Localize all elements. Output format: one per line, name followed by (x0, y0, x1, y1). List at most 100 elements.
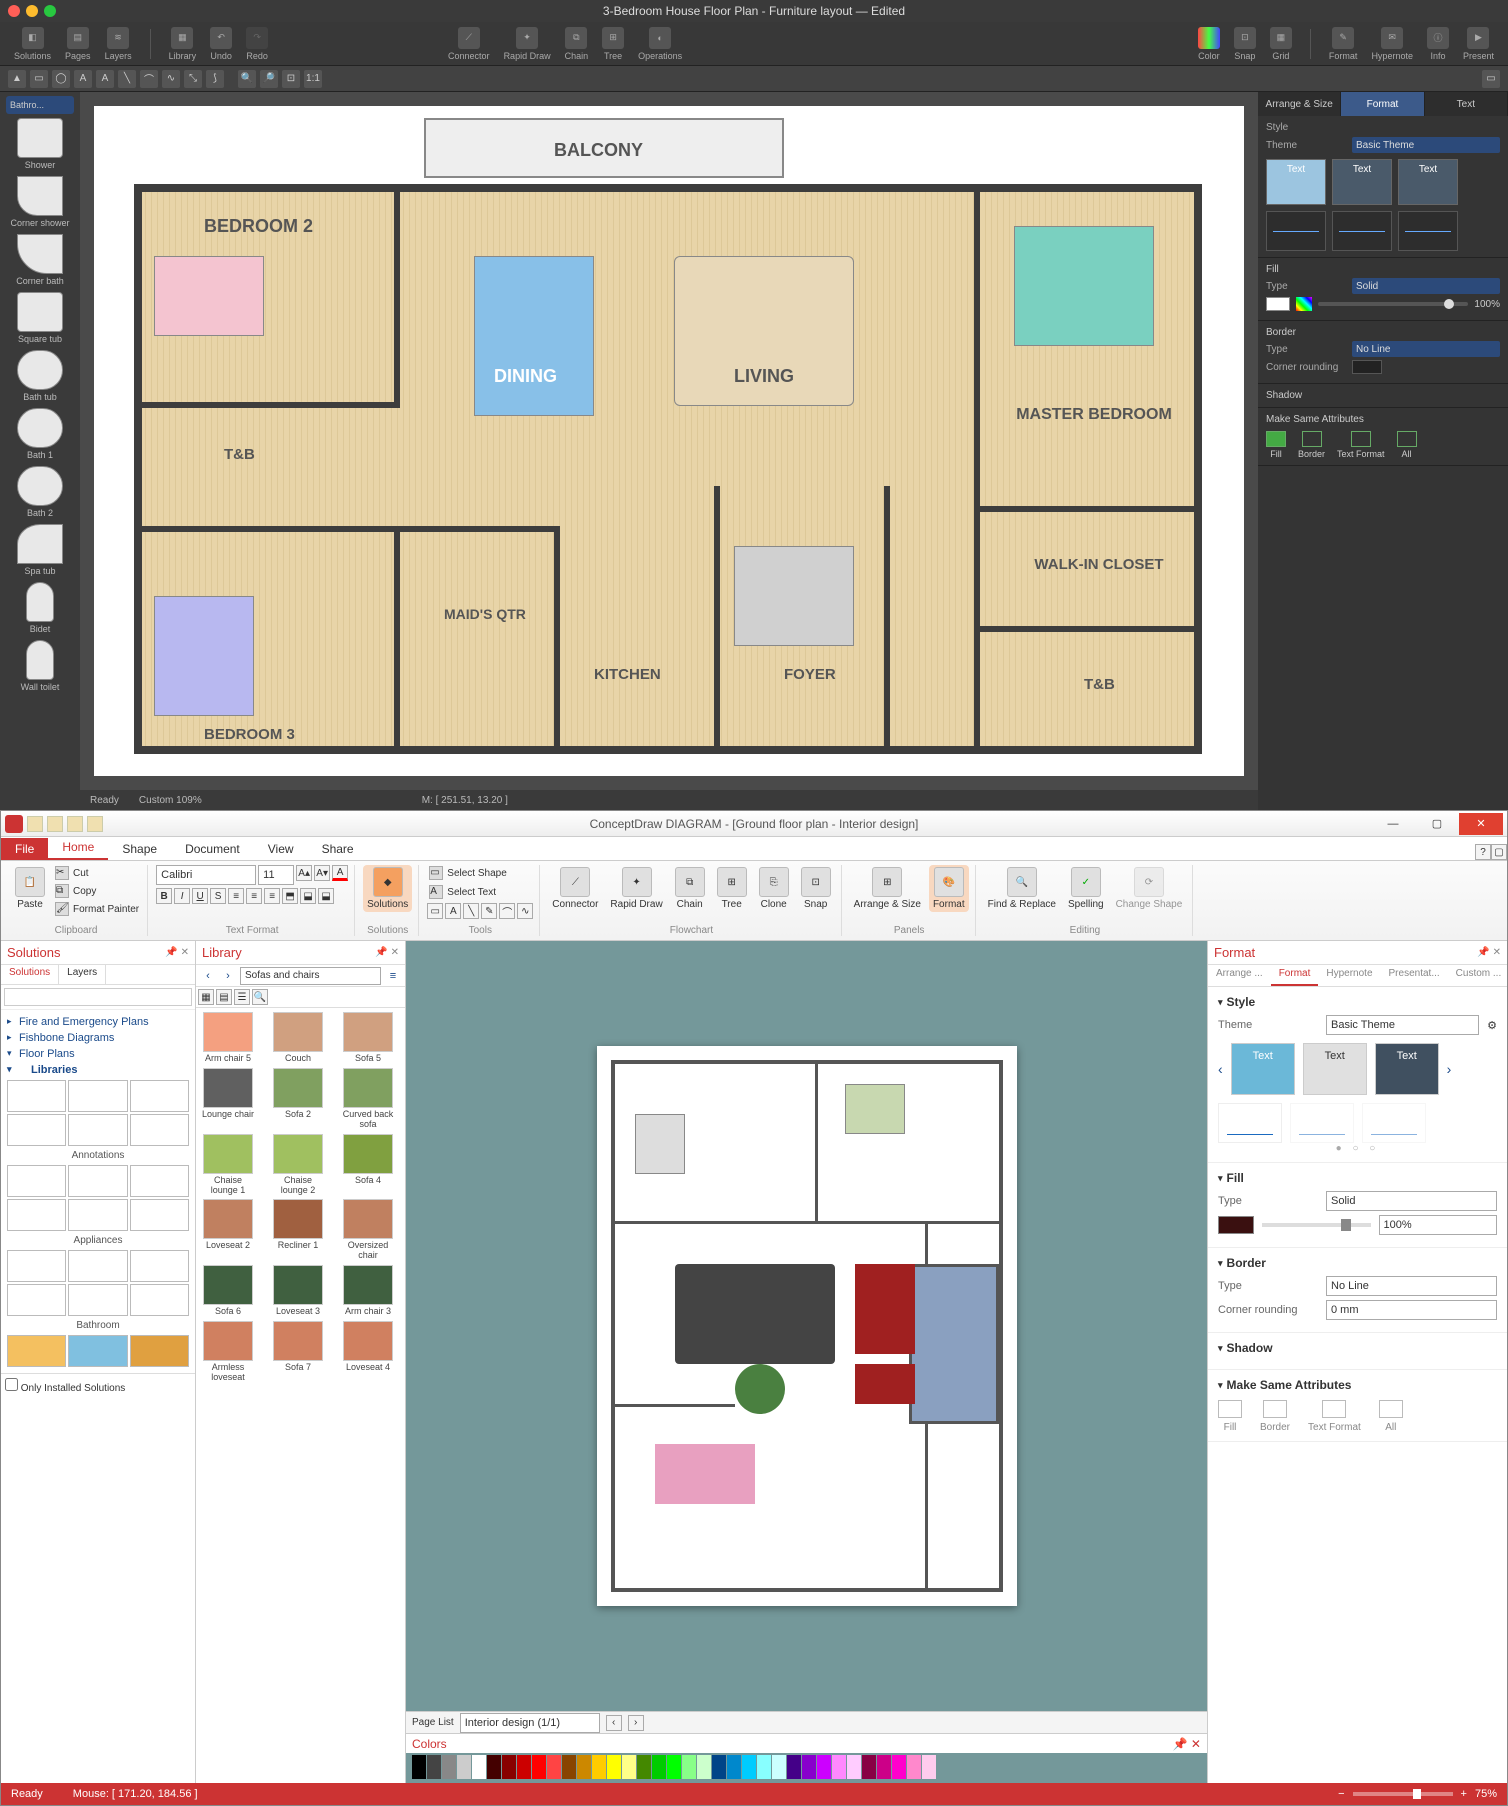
lib-view-3-icon[interactable]: ☰ (234, 989, 250, 1005)
text-box-tool[interactable]: A (96, 70, 114, 88)
color-swatch[interactable] (637, 1755, 651, 1779)
lib-prev-icon[interactable]: ‹ (200, 968, 216, 984)
underline-icon[interactable]: U (192, 888, 208, 904)
lib-item-lounge-chair[interactable]: Lounge chair (200, 1068, 256, 1130)
status-zoom[interactable]: Custom 109% (139, 795, 202, 806)
color-swatch[interactable] (607, 1755, 621, 1779)
zoom-fit-tool[interactable]: ⊡ (282, 70, 300, 88)
theme-card-3[interactable]: Text (1398, 159, 1458, 205)
line-style-2[interactable] (1332, 211, 1392, 251)
color-swatch[interactable] (892, 1755, 906, 1779)
corner-rounding-input[interactable] (1352, 360, 1382, 374)
zoom-actual-tool[interactable]: 1:1 (304, 70, 322, 88)
redo-button[interactable]: ↷Redo (242, 25, 272, 63)
shape-spa-tub[interactable]: Spa tub (8, 524, 72, 576)
color-swatch[interactable] (862, 1755, 876, 1779)
shape-wall-toilet[interactable]: Wall toilet (8, 640, 72, 692)
copy-button[interactable]: ⧉Copy (53, 883, 141, 899)
line-style-3[interactable] (1398, 211, 1458, 251)
tab-text[interactable]: Text (1425, 92, 1508, 116)
close-button[interactable]: ✕ (1459, 813, 1503, 835)
pointer-tool[interactable]: ▲ (8, 70, 26, 88)
color-swatch[interactable] (757, 1755, 771, 1779)
minimize-icon[interactable] (26, 5, 38, 17)
pages-button[interactable]: ▤Pages (61, 25, 95, 63)
tool-text-icon[interactable]: A (445, 903, 461, 919)
layers-subtab[interactable]: Layers (59, 965, 106, 984)
strike-icon[interactable]: S (210, 888, 226, 904)
zoom-in-tool[interactable]: 🔍 (238, 70, 256, 88)
fmt-fill-color-swatch[interactable] (1218, 1216, 1254, 1234)
color-swatch[interactable] (442, 1755, 456, 1779)
help-icon[interactable]: ? (1475, 844, 1491, 860)
color-swatch[interactable] (517, 1755, 531, 1779)
color-swatch[interactable] (547, 1755, 561, 1779)
lib-item-arm-chair-5[interactable]: Arm chair 5 (200, 1012, 256, 1064)
shape-bidet[interactable]: Bidet (8, 582, 72, 634)
zoom-out-status-icon[interactable]: − (1338, 1788, 1344, 1800)
fmt-tab-arrange[interactable]: Arrange ... (1208, 965, 1271, 986)
connector-tool[interactable]: ⤡ (184, 70, 202, 88)
tree-fire[interactable]: Fire and Emergency Plans (5, 1014, 191, 1030)
theme-card-2[interactable]: Text (1332, 159, 1392, 205)
tab-arrange[interactable]: Arrange & Size (1258, 92, 1341, 116)
rapid-draw-button[interactable]: ✦Rapid Draw (500, 25, 555, 63)
lib-item-sofa-5[interactable]: Sofa 5 (340, 1012, 396, 1064)
fmt-line-3[interactable] (1362, 1103, 1426, 1143)
drawing-page[interactable] (597, 1046, 1017, 1606)
lib-item-loveseat-2[interactable]: Loveseat 2 (200, 1199, 256, 1261)
color-swatch[interactable] (817, 1755, 831, 1779)
fmt-attr-fill[interactable]: Fill (1218, 1400, 1242, 1433)
lib-next-icon[interactable]: › (220, 968, 236, 984)
shape-shower[interactable]: Shower (8, 118, 72, 170)
fmt-tab-custom[interactable]: Custom ... (1448, 965, 1507, 986)
border-type-select[interactable]: No Line (1352, 341, 1500, 357)
lib-pin-icon[interactable]: 📌 ✕ (375, 947, 399, 958)
share-tab[interactable]: Share (308, 838, 368, 860)
align-right-icon[interactable]: ≡ (264, 888, 280, 904)
lib-view-2-icon[interactable]: ▤ (216, 989, 232, 1005)
attr-text[interactable]: Text Format (1337, 431, 1385, 459)
fmt-opacity-slider[interactable] (1262, 1223, 1371, 1227)
fill-type-select[interactable]: Solid (1352, 278, 1500, 294)
lib-item-couch[interactable]: Couch (270, 1012, 326, 1064)
text-tool[interactable]: A (74, 70, 92, 88)
color-swatch[interactable] (472, 1755, 486, 1779)
library-category-select[interactable]: Sofas and chairs (240, 967, 381, 985)
tool-line-icon[interactable]: ╲ (463, 903, 479, 919)
color-swatch[interactable] (787, 1755, 801, 1779)
fmt-theme-card-1[interactable]: Text (1231, 1043, 1295, 1095)
page-next-icon[interactable]: › (628, 1715, 644, 1731)
color-swatch[interactable] (727, 1755, 741, 1779)
cut-button[interactable]: ✂Cut (53, 865, 141, 881)
lib-item-oversized-chair[interactable]: Oversized chair (340, 1199, 396, 1261)
shape-bath-2[interactable]: Bath 2 (8, 466, 72, 518)
tree-ribbon-button[interactable]: ⊞Tree (713, 865, 751, 912)
color-swatch[interactable] (457, 1755, 471, 1779)
shape-square-tub[interactable]: Square tub (8, 292, 72, 344)
arrange-size-button[interactable]: ⊞Arrange & Size (850, 865, 925, 912)
lib-view-1-icon[interactable]: ▦ (198, 989, 214, 1005)
bold-icon[interactable]: B (156, 888, 172, 904)
ribbon-collapse-icon[interactable]: ▢ (1491, 844, 1507, 860)
valign-top-icon[interactable]: ⬒ (282, 888, 298, 904)
tree-libraries[interactable]: Libraries (5, 1062, 191, 1078)
color-swatch[interactable] (667, 1755, 681, 1779)
arc-tool[interactable]: ⌒ (140, 70, 158, 88)
fmt-opacity-input[interactable]: 100% (1379, 1215, 1498, 1235)
align-left-icon[interactable]: ≡ (228, 888, 244, 904)
paste-button[interactable]: 📋Paste (11, 865, 49, 912)
document-tab[interactable]: Document (171, 838, 254, 860)
lib-item-loveseat-4[interactable]: Loveseat 4 (340, 1321, 396, 1383)
shape-tab[interactable]: Shape (108, 838, 171, 860)
qat-print-icon[interactable] (87, 816, 103, 832)
color-swatch[interactable] (562, 1755, 576, 1779)
format-painter-button[interactable]: 🖌Format Painter (53, 901, 141, 917)
lib-item-loveseat-3[interactable]: Loveseat 3 (270, 1265, 326, 1317)
fmt-attr-border[interactable]: Border (1260, 1400, 1290, 1433)
fmt-tab-format[interactable]: Format (1271, 965, 1319, 986)
section-shadow[interactable]: Shadow (1266, 390, 1500, 401)
library-select[interactable]: Bathro... (6, 96, 74, 114)
color-swatch[interactable] (487, 1755, 501, 1779)
lib-item-armless-loveseat[interactable]: Armless loveseat (200, 1321, 256, 1383)
